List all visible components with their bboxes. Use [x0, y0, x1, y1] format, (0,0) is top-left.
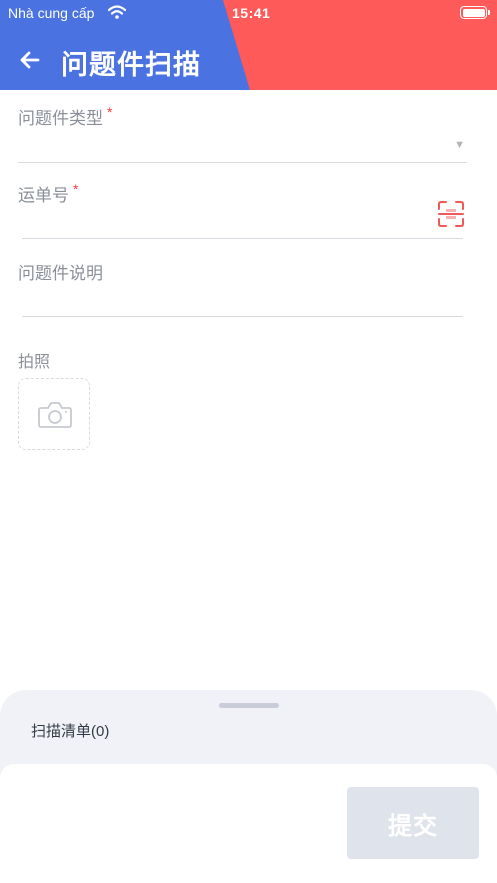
- carrier-label: Nhà cung cấp: [8, 5, 95, 21]
- camera-icon: [38, 402, 72, 428]
- scan-list-title[interactable]: 扫描清单(0): [31, 720, 109, 741]
- photo-field-label: 拍照: [18, 348, 50, 372]
- type-field-label: 问题件类型 *: [18, 104, 112, 129]
- sheet-drag-handle[interactable]: [219, 703, 279, 708]
- app-header: Nhà cung cấp 15:41 问题件扫描: [0, 0, 497, 90]
- caret-down-icon: ▼: [454, 139, 465, 151]
- required-mark: *: [73, 181, 79, 197]
- type-field-divider: [18, 162, 467, 163]
- description-field-label: 问题件说明: [18, 259, 103, 284]
- waybill-input[interactable]: [22, 206, 427, 232]
- waybill-field-divider: [22, 238, 463, 239]
- description-field-divider: [22, 316, 463, 317]
- issue-type-select[interactable]: ▼: [18, 130, 467, 160]
- submit-button[interactable]: 提交: [347, 787, 479, 859]
- description-field-label-text: 问题件说明: [18, 264, 103, 283]
- page-title: 问题件扫描: [61, 50, 201, 80]
- arrow-left-icon[interactable]: [18, 48, 42, 72]
- wifi-icon: [108, 5, 126, 19]
- waybill-field-label-text: 运单号: [18, 186, 69, 205]
- status-bar: Nhà cung cấp 15:41: [0, 0, 497, 26]
- waybill-field-label: 运单号 *: [18, 181, 78, 206]
- battery-icon: [460, 6, 490, 19]
- required-mark: *: [107, 104, 113, 120]
- type-field-label-text: 问题件类型: [18, 109, 103, 128]
- add-photo-button[interactable]: [18, 378, 90, 450]
- photo-field-label-text: 拍照: [18, 354, 51, 371]
- description-input[interactable]: [22, 284, 463, 310]
- status-time: 15:41: [232, 5, 271, 21]
- scan-icon[interactable]: [437, 200, 465, 228]
